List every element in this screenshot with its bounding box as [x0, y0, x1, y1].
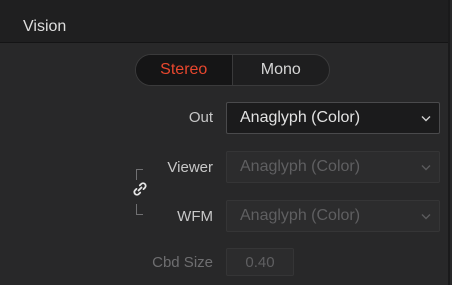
header-divider: [0, 42, 448, 43]
wfm-label: WFM: [177, 208, 213, 225]
chevron-down-icon: [413, 152, 439, 182]
viewer-value: Anaglyph (Color): [240, 158, 361, 175]
mono-option[interactable]: Mono: [233, 55, 330, 85]
panel-title: Vision: [23, 18, 67, 35]
stereo-mono-toggle: Stereo Mono: [135, 54, 330, 86]
cbd-size-label: Cbd Size: [152, 254, 213, 271]
wfm-dropdown[interactable]: Anaglyph (Color): [226, 200, 440, 232]
vision-panel: Vision Stereo Mono Out Anaglyph (Color) …: [0, 0, 450, 285]
link-icon[interactable]: [131, 180, 149, 198]
panel-header: Vision: [0, 0, 448, 42]
link-bracket-bottom: [136, 204, 143, 215]
chevron-down-icon: [413, 201, 439, 231]
out-label: Out: [188, 109, 213, 126]
out-dropdown[interactable]: Anaglyph (Color): [226, 102, 440, 134]
link-bracket-top: [136, 169, 143, 180]
cbd-size-field[interactable]: 0.40: [226, 248, 294, 276]
viewer-label: Viewer: [167, 159, 213, 176]
wfm-value: Anaglyph (Color): [240, 207, 361, 224]
chevron-down-icon: [413, 103, 439, 133]
out-value: Anaglyph (Color): [240, 109, 361, 126]
stereo-option[interactable]: Stereo: [136, 55, 233, 85]
viewer-dropdown[interactable]: Anaglyph (Color): [226, 151, 440, 183]
